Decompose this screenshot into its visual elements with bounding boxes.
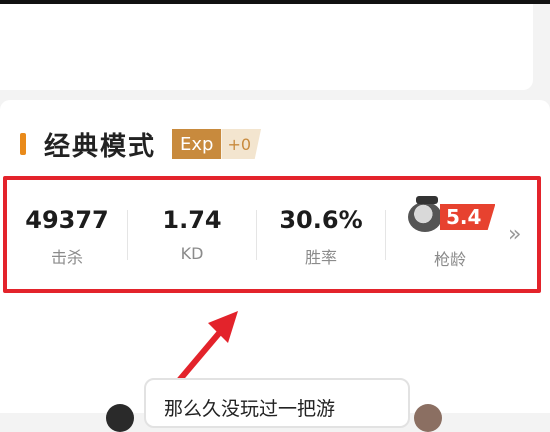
stat-value: 49377 [25,206,109,234]
exp-label: Exp [172,129,222,159]
mode-accent-bar [20,133,26,155]
stat-kd: 1.74 KD [128,186,256,284]
stat-winrate: 30.6% 胜率 [257,186,385,284]
top-card [0,4,533,90]
stat-label: 击杀 [50,248,83,267]
avatar[interactable] [414,404,442,432]
stat-label: KD [180,244,204,263]
gun-age-badge: 5.4 [408,196,496,232]
avatar[interactable] [106,404,134,432]
chat-bubble[interactable]: 那么久没玩过一把游 [144,378,410,428]
stat-kills: 49377 击杀 [7,186,127,284]
stats-row[interactable]: 49377 击杀 1.74 KD 30.6% 胜率 5.4 枪龄 [7,186,537,284]
stat-value: 30.6% [279,206,363,234]
stat-label: 枪龄 [433,250,466,269]
mode-header: 经典模式 Exp +0 [20,126,262,162]
mode-title: 经典模式 [44,131,157,162]
stat-value: 1.74 [162,206,222,234]
chat-bubble-text: 那么久没玩过一把游 [164,398,336,420]
gun-age-icon [408,196,442,232]
gun-age-value: 5.4 [440,204,496,230]
exp-badge: Exp +0 [172,129,262,159]
exp-value: +0 [221,129,262,159]
stat-gun-age: 5.4 枪龄 [386,186,514,284]
stat-label: 胜率 [304,248,337,267]
double-chevron-right-icon[interactable]: » [508,222,521,247]
